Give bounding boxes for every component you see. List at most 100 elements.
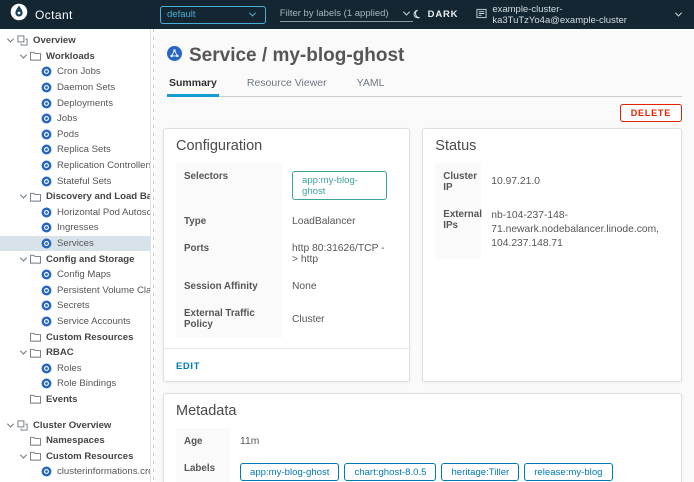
chevron-down-icon[interactable]	[17, 253, 29, 265]
sidebar-item-label: Persistent Volume Claims	[57, 285, 150, 296]
sidebar-item-persistent-volume-claims[interactable]: Persistent Volume Claims	[0, 283, 150, 299]
sidebar-item-jobs[interactable]: Jobs	[0, 111, 150, 127]
folder-icon	[29, 348, 42, 358]
sidebar-item-label: Daemon Sets	[57, 82, 115, 93]
sidebar-item-services[interactable]: Services	[0, 236, 150, 252]
sidebar-item-label: RBAC	[46, 347, 74, 358]
chevron-down-icon[interactable]	[4, 35, 16, 47]
sidebar-item-cron-jobs[interactable]: Cron Jobs	[0, 64, 150, 80]
chevron-down-icon[interactable]	[17, 50, 29, 62]
delete-button[interactable]: DELETE	[620, 104, 682, 122]
chevron-down-icon[interactable]	[4, 419, 16, 431]
resource-icon	[40, 113, 53, 124]
selector-pill[interactable]: app:my-blog-ghost	[292, 171, 387, 200]
kv-value: None	[282, 273, 327, 300]
sidebar-item-discovery-and-load-balancing[interactable]: Discovery and Load Balancing	[0, 189, 150, 205]
app-header: Octant default Filter by labels (1 appli…	[0, 0, 694, 29]
chevron-down-icon[interactable]	[17, 191, 29, 203]
label-pill[interactable]: chart:ghost-8.0.5	[344, 463, 436, 481]
kv-row-cluster-ip: Cluster IP10.97.21.0	[435, 163, 669, 201]
sidebar-item-label: Cluster Overview	[33, 420, 111, 431]
sidebar-item-label: Deployments	[57, 98, 113, 109]
sidebar-item-cluster-overview[interactable]: Cluster Overview	[0, 417, 150, 433]
configuration-kv-table: Selectorsapp:my-blog-ghostTypeLoadBalanc…	[176, 163, 397, 338]
kv-value: http 80:31626/TCP -> http	[282, 235, 397, 273]
chevron-spacer	[17, 331, 29, 343]
kv-key: Age	[176, 428, 230, 455]
tab-resource-viewer[interactable]: Resource Viewer	[245, 77, 329, 96]
kv-row-age: Age11m	[176, 428, 669, 455]
kv-row-labels: Labelsapp:my-blog-ghostchart:ghost-8.0.5…	[176, 455, 669, 482]
sidebar-item-label: Role Bindings	[57, 378, 116, 389]
sidebar-item-label: Custom Resources	[46, 451, 133, 462]
resource-icon	[40, 363, 53, 374]
resource-icon	[40, 466, 53, 477]
sidebar-item-overview[interactable]: Overview	[0, 33, 150, 49]
sidebar-item-label: Secrets	[57, 300, 90, 311]
sidebar-item-role-bindings[interactable]: Role Bindings	[0, 376, 150, 392]
kv-value: nb-104-237-148-71.newark.nodebalancer.li…	[481, 201, 669, 259]
sidebar-item-label: Cron Jobs	[57, 66, 101, 77]
sidebar-item-config-maps[interactable]: Config Maps	[0, 267, 150, 283]
sidebar-item-events[interactable]: Events	[0, 392, 150, 408]
theme-toggle[interactable]: ☾ DARK	[413, 8, 458, 21]
cluster-context-selector[interactable]: example-cluster-ka3TuTzYo4a@example-clus…	[476, 4, 684, 26]
label-pill[interactable]: app:my-blog-ghost	[240, 463, 339, 481]
sidebar-item-rbac[interactable]: RBAC	[0, 345, 150, 361]
sidebar-item-roles[interactable]: Roles	[0, 360, 150, 376]
sidebar-item-namespaces[interactable]: Namespaces	[0, 433, 150, 449]
status-kv-table: Cluster IP10.97.21.0External IPsnb-104-2…	[435, 163, 669, 259]
sidebar-item-label: Config and Storage	[46, 254, 134, 265]
kv-key: Selectors	[176, 163, 282, 208]
tab-yaml[interactable]: YAML	[355, 77, 387, 96]
sidebar-item-pods[interactable]: Pods	[0, 127, 150, 143]
sidebar-item-horizontal-pod-autoscalers[interactable]: Horizontal Pod Autoscalers	[0, 205, 150, 221]
label-pill[interactable]: heritage:Tiller	[441, 463, 519, 481]
kv-value: Cluster	[282, 300, 335, 338]
sidebar-item-deployments[interactable]: Deployments	[0, 95, 150, 111]
sidebar-item-custom-resources[interactable]: Custom Resources	[0, 448, 150, 464]
sidebar-item-label: Events	[46, 394, 77, 405]
chevron-down-icon[interactable]	[17, 347, 29, 359]
resource-icon	[40, 316, 53, 327]
sidebar-item-label: Workloads	[46, 51, 95, 62]
tab-bar: Summary Resource Viewer YAML	[167, 77, 682, 97]
sidebar-item-clusterinformations-crd-projec[interactable]: clusterinformations.crd.projec	[0, 464, 150, 480]
chevron-down-icon[interactable]	[17, 450, 29, 462]
kv-value: 11m	[230, 428, 269, 455]
sidebar-item-custom-resources[interactable]: Custom Resources	[0, 329, 150, 345]
sidebar-item-replication-controllers[interactable]: Replication Controllers	[0, 158, 150, 174]
label-filter-input[interactable]: Filter by labels (1 applied)	[280, 7, 413, 22]
octant-logo-icon	[10, 3, 28, 26]
service-icon	[167, 46, 182, 66]
chevron-spacer	[17, 393, 29, 405]
kv-key: Type	[176, 208, 282, 235]
sidebar-item-label: Jobs	[57, 113, 77, 124]
sidebar-item-label: clusterinformations.crd.projec	[57, 466, 150, 477]
sidebar-item-replica-sets[interactable]: Replica Sets	[0, 142, 150, 158]
tab-summary[interactable]: Summary	[167, 77, 219, 97]
label-filter-text: Filter by labels (1 applied)	[280, 8, 389, 19]
moon-icon: ☾	[411, 7, 425, 22]
sidebar-item-daemon-sets[interactable]: Daemon Sets	[0, 80, 150, 96]
sidebar-nav: Overview Workloads Cron Jobs Daemon Sets Dep…	[0, 29, 151, 482]
sidebar-item-config-and-storage[interactable]: Config and Storage	[0, 251, 150, 267]
kv-key: Ports	[176, 235, 282, 273]
objects-icon	[16, 420, 29, 431]
resource-icon	[40, 207, 53, 218]
kv-row-external-ips: External IPsnb-104-237-148-71.newark.nod…	[435, 201, 669, 259]
sidebar-item-service-accounts[interactable]: Service Accounts	[0, 314, 150, 330]
sidebar-item-secrets[interactable]: Secrets	[0, 298, 150, 314]
edit-link[interactable]: EDIT	[176, 361, 200, 372]
resource-icon	[40, 144, 53, 155]
sidebar-item-label: Replication Controllers	[57, 160, 150, 171]
sidebar-item-ingresses[interactable]: Ingresses	[0, 220, 150, 236]
label-pill[interactable]: release:my-blog	[524, 463, 612, 481]
folder-icon	[29, 254, 42, 264]
sidebar-item-workloads[interactable]: Workloads	[0, 49, 150, 65]
sidebar-item-stateful-sets[interactable]: Stateful Sets	[0, 173, 150, 189]
sidebar-item-label: Horizontal Pod Autoscalers	[57, 207, 150, 218]
kv-value: 10.97.21.0	[481, 163, 550, 201]
sidebar-item-label: Overview	[33, 35, 76, 46]
namespace-select[interactable]: default	[160, 6, 266, 24]
